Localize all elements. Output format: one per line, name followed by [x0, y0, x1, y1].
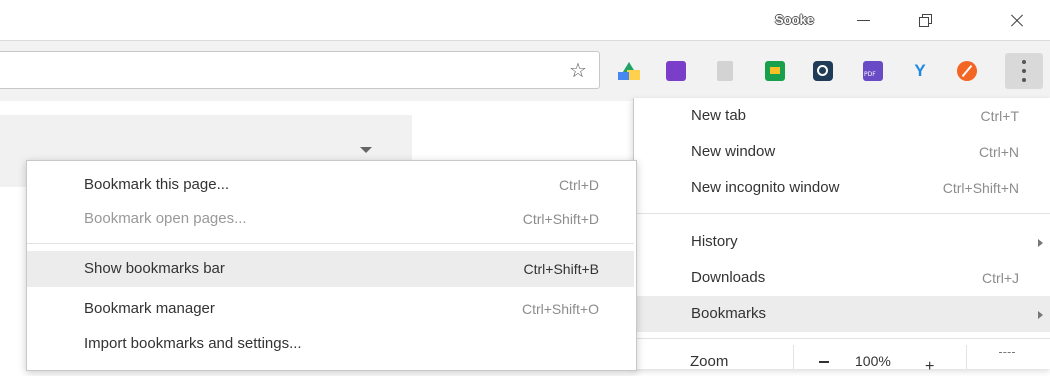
zoom-in-button[interactable]: +	[925, 358, 934, 376]
submenu-item-label: Bookmark this page...	[84, 176, 230, 193]
submenu-item-import-bookmarks[interactable]: Import bookmarks and settings...	[27, 326, 634, 362]
menu-item-shortcut: Ctrl+J	[982, 270, 1019, 286]
menu-dot-icon	[1022, 60, 1026, 64]
submenu-item-label: Show bookmarks bar	[84, 260, 225, 277]
menu-item-new-tab[interactable]: New tab Ctrl+T	[634, 98, 1050, 134]
submenu-item-shortcut: Ctrl+Shift+D	[522, 211, 599, 227]
orange-extension-icon[interactable]	[957, 61, 977, 81]
chrome-main-menu: New tab Ctrl+T New window Ctrl+N New inc…	[633, 98, 1050, 369]
google-classroom-icon[interactable]	[765, 61, 785, 81]
submenu-item-label: Bookmark open pages...	[84, 210, 247, 227]
google-drive-icon[interactable]	[618, 62, 640, 80]
submenu-item-shortcut: Ctrl+D	[558, 177, 599, 193]
menu-item-label: New incognito window	[691, 179, 840, 196]
menu-item-shortcut: Ctrl+N	[978, 144, 1019, 160]
zoom-label: Zoom	[690, 353, 729, 370]
zoom-divider	[966, 345, 967, 369]
chrome-menu-button[interactable]	[1005, 53, 1043, 89]
zoom-divider	[793, 345, 794, 369]
menu-item-shortcut: Ctrl+Shift+N	[942, 180, 1019, 196]
fullscreen-icon[interactable]	[999, 352, 1015, 363]
zoom-out-button[interactable]	[819, 361, 829, 363]
menu-item-label: New window	[691, 143, 776, 160]
menu-item-shortcut: Ctrl+T	[980, 108, 1020, 124]
menu-separator	[634, 213, 1050, 214]
bookmark-star-icon[interactable]: ☆	[567, 60, 589, 82]
submenu-item-shortcut: Ctrl+Shift+B	[523, 261, 599, 277]
submenu-item-bookmark-manager[interactable]: Bookmark manager Ctrl+Shift+O	[27, 291, 634, 327]
title-bar: Sooke	[0, 0, 1050, 40]
puzzle-extension-icon[interactable]	[666, 61, 686, 81]
submenu-arrow-icon	[1038, 239, 1043, 247]
submenu-item-bookmark-open-pages: Bookmark open pages... Ctrl+Shift+D	[27, 201, 634, 237]
menu-item-downloads[interactable]: Downloads Ctrl+J	[634, 260, 1050, 296]
restore-button[interactable]	[907, 6, 947, 34]
camera-extension-icon[interactable]	[813, 61, 833, 81]
bookmarks-submenu: Bookmark this page... Ctrl+D Bookmark op…	[26, 160, 637, 371]
menu-item-history[interactable]: History	[634, 224, 1050, 260]
restore-icon-front	[919, 17, 929, 27]
menu-item-new-incognito-window[interactable]: New incognito window Ctrl+Shift+N	[634, 170, 1050, 206]
pdf-extension-icon[interactable]	[863, 61, 883, 81]
submenu-arrow-icon	[1038, 311, 1043, 319]
browser-toolbar: ☆ Y	[0, 40, 1050, 101]
submenu-item-label: Import bookmarks and settings...	[84, 335, 302, 352]
grey-extension-icon[interactable]	[717, 61, 733, 81]
submenu-item-bookmark-this-page[interactable]: Bookmark this page... Ctrl+D	[27, 167, 634, 203]
minimize-button[interactable]	[843, 6, 883, 34]
submenu-separator	[27, 243, 634, 244]
menu-dot-icon	[1022, 78, 1026, 82]
menu-item-bookmarks[interactable]: Bookmarks	[634, 296, 1050, 332]
menu-separator	[634, 338, 1050, 339]
zoom-value: 100%	[855, 353, 891, 369]
menu-item-label: Bookmarks	[691, 305, 767, 322]
dropdown-caret-icon[interactable]	[360, 147, 372, 153]
menu-dot-icon	[1022, 69, 1026, 73]
profile-name-button[interactable]: Sooke	[771, 10, 818, 30]
menu-item-label: Downloads	[691, 269, 766, 286]
address-bar[interactable]	[0, 51, 600, 89]
submenu-item-show-bookmarks-bar[interactable]: Show bookmarks bar Ctrl+Shift+B	[27, 251, 634, 287]
menu-item-new-window[interactable]: New window Ctrl+N	[634, 134, 1050, 170]
menu-item-label: New tab	[691, 107, 747, 124]
menu-item-label: History	[691, 233, 738, 250]
submenu-item-shortcut: Ctrl+Shift+O	[521, 301, 599, 317]
submenu-item-label: Bookmark manager	[84, 300, 215, 317]
y-extension-icon[interactable]: Y	[910, 61, 930, 81]
close-button[interactable]	[996, 6, 1036, 34]
